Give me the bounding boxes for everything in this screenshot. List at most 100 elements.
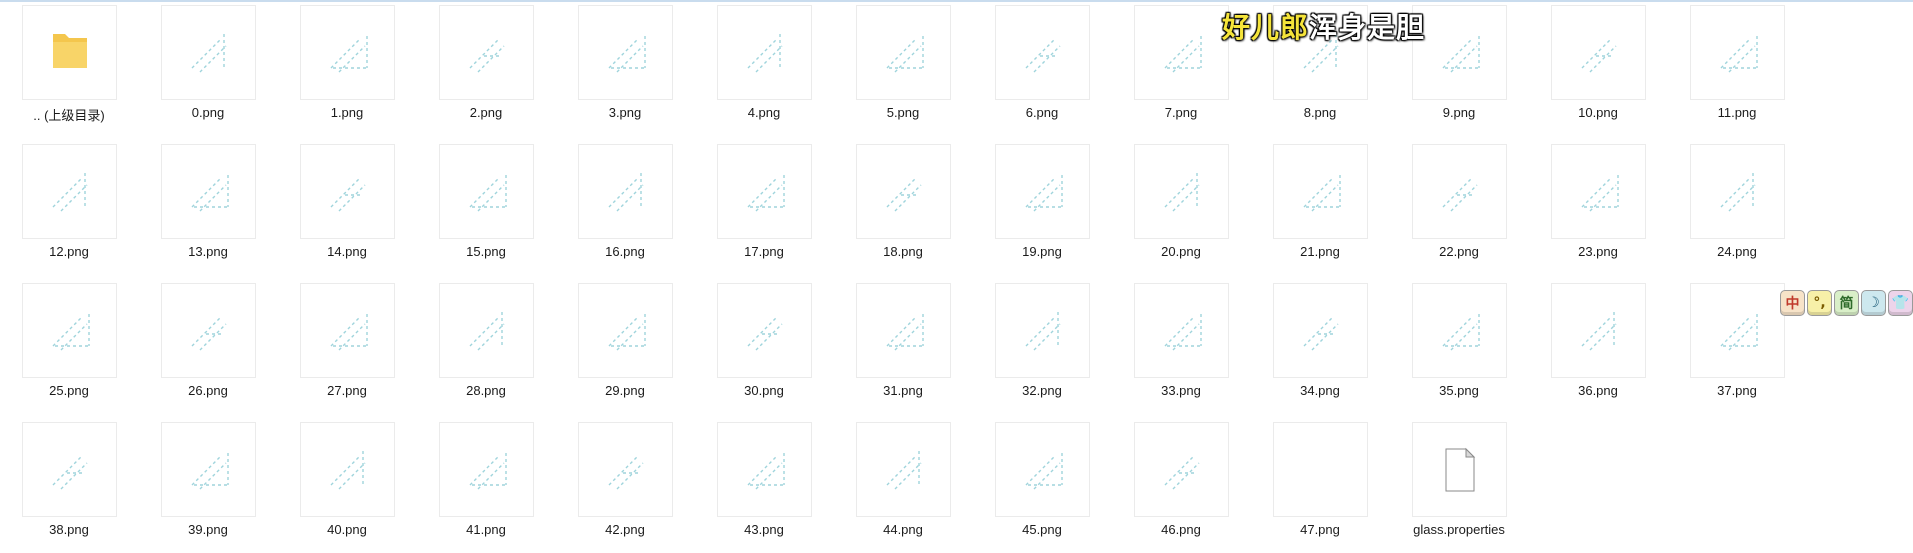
parent-folder-item[interactable]: .. (上级目录): [0, 0, 138, 136]
file-item[interactable]: 15.png: [417, 139, 555, 275]
thumb-stroke: [191, 456, 221, 486]
file-name-label: 22.png: [1439, 244, 1479, 259]
file-item[interactable]: 22.png: [1390, 139, 1528, 275]
file-item[interactable]: 25.png: [0, 278, 138, 414]
file-item[interactable]: 11.png: [1668, 0, 1806, 136]
thumbnail-graphic: [191, 317, 227, 351]
file-name-label: 21.png: [1300, 244, 1340, 259]
thumb-stroke: [608, 317, 638, 347]
thumb-stroke: [886, 456, 916, 486]
file-item[interactable]: 4.png: [695, 0, 833, 136]
file-item[interactable]: 18.png: [834, 139, 972, 275]
thumbnail-graphic: [469, 175, 507, 212]
file-item[interactable]: 10.png: [1529, 0, 1667, 136]
file-item[interactable]: 38.png: [0, 417, 138, 553]
file-item[interactable]: 6.png: [973, 0, 1111, 136]
file-item[interactable]: glass.properties: [1390, 417, 1528, 553]
image-thumbnail-icon: [717, 5, 812, 100]
thumbnail-graphic: [1164, 456, 1200, 490]
thumbnail-graphic: [1025, 175, 1063, 212]
file-name-label: 40.png: [327, 522, 367, 537]
thumb-stroke: [469, 317, 499, 347]
file-item[interactable]: 28.png: [417, 278, 555, 414]
file-item[interactable]: 36.png: [1529, 278, 1667, 414]
thumb-stroke: [1581, 178, 1611, 208]
file-item[interactable]: 45.png: [973, 417, 1111, 553]
image-thumbnail-icon: [161, 283, 256, 378]
file-item[interactable]: 26.png: [139, 278, 277, 414]
thumbnail-graphic: [53, 34, 87, 68]
file-item[interactable]: 12.png: [0, 139, 138, 275]
file-item[interactable]: 29.png: [556, 278, 694, 414]
file-name-label: 9.png: [1442, 105, 1476, 120]
file-item[interactable]: 21.png: [1251, 139, 1389, 275]
file-item[interactable]: 47.png: [1251, 417, 1389, 553]
file-item[interactable]: 35.png: [1390, 278, 1528, 414]
chinese-mode-icon[interactable]: 中: [1780, 290, 1805, 316]
file-item[interactable]: 20.png: [1112, 139, 1250, 275]
punctuation-icon[interactable]: °,: [1807, 290, 1832, 316]
document-icon: [1412, 422, 1507, 517]
simplified-icon[interactable]: 简: [1834, 290, 1859, 316]
skin-icon[interactable]: 👕: [1888, 290, 1913, 316]
thumbnail-graphic: [1025, 312, 1061, 351]
thumbnail-graphic: [747, 175, 785, 212]
thumbnail-graphic: [747, 34, 783, 73]
file-item[interactable]: 0.png: [139, 0, 277, 136]
thumb-stroke: [1172, 184, 1200, 212]
image-thumbnail-icon: [1690, 5, 1785, 100]
file-name-label: glass.properties: [1413, 522, 1505, 537]
thumb-stroke: [1164, 39, 1194, 69]
thumbnail-graphic: [469, 39, 505, 73]
file-item[interactable]: 33.png: [1112, 278, 1250, 414]
thumbnail-graphic: [1274, 423, 1367, 516]
file-item[interactable]: 1.png: [278, 0, 416, 136]
file-item[interactable]: 39.png: [139, 417, 277, 553]
thumb-stroke: [52, 317, 82, 347]
file-item[interactable]: 46.png: [1112, 417, 1250, 553]
image-thumbnail-icon: [439, 283, 534, 378]
file-name-label: 12.png: [49, 244, 89, 259]
file-item[interactable]: 44.png: [834, 417, 972, 553]
file-name-label: 26.png: [188, 383, 228, 398]
file-item[interactable]: 5.png: [834, 0, 972, 136]
thumb-stroke: [1033, 45, 1061, 73]
image-thumbnail-icon: [717, 422, 812, 517]
image-thumbnail-icon: [1412, 5, 1507, 100]
file-name-label: 11.png: [1717, 105, 1757, 120]
file-item[interactable]: 23.png: [1529, 139, 1667, 275]
file-item[interactable]: 24.png: [1668, 139, 1806, 275]
file-item[interactable]: 14.png: [278, 139, 416, 275]
file-name-label: 23.png: [1578, 244, 1618, 259]
file-item[interactable]: 27.png: [278, 278, 416, 414]
file-item[interactable]: 42.png: [556, 417, 694, 553]
thumb-stroke: [608, 39, 638, 69]
thumbnail-graphic: [1025, 39, 1061, 73]
thumb-stroke: [886, 39, 916, 69]
file-item[interactable]: 17.png: [695, 139, 833, 275]
file-name-label: 14.png: [327, 244, 367, 259]
file-item[interactable]: 16.png: [556, 139, 694, 275]
thumb-stroke: [1172, 462, 1200, 490]
file-item[interactable]: 43.png: [695, 417, 833, 553]
moon-icon[interactable]: ☽: [1861, 290, 1886, 316]
thumb-stroke: [469, 39, 499, 69]
file-item[interactable]: 32.png: [973, 278, 1111, 414]
thumbnail-graphic: [52, 314, 90, 351]
image-thumbnail-icon: [995, 5, 1090, 100]
file-item[interactable]: 3.png: [556, 0, 694, 136]
thumbnail-graphic: [886, 36, 924, 73]
file-item[interactable]: 40.png: [278, 417, 416, 553]
file-item[interactable]: 13.png: [139, 139, 277, 275]
file-item[interactable]: 31.png: [834, 278, 972, 414]
file-item[interactable]: 19.png: [973, 139, 1111, 275]
file-item[interactable]: 2.png: [417, 0, 555, 136]
thumb-stroke: [894, 184, 922, 212]
file-item[interactable]: 41.png: [417, 417, 555, 553]
thumbnail-graphic: [1720, 36, 1758, 73]
image-thumbnail-icon: [1551, 144, 1646, 239]
file-item[interactable]: 34.png: [1251, 278, 1389, 414]
file-item[interactable]: 30.png: [695, 278, 833, 414]
image-thumbnail-icon: [856, 5, 951, 100]
image-thumbnail-icon: [1134, 422, 1229, 517]
